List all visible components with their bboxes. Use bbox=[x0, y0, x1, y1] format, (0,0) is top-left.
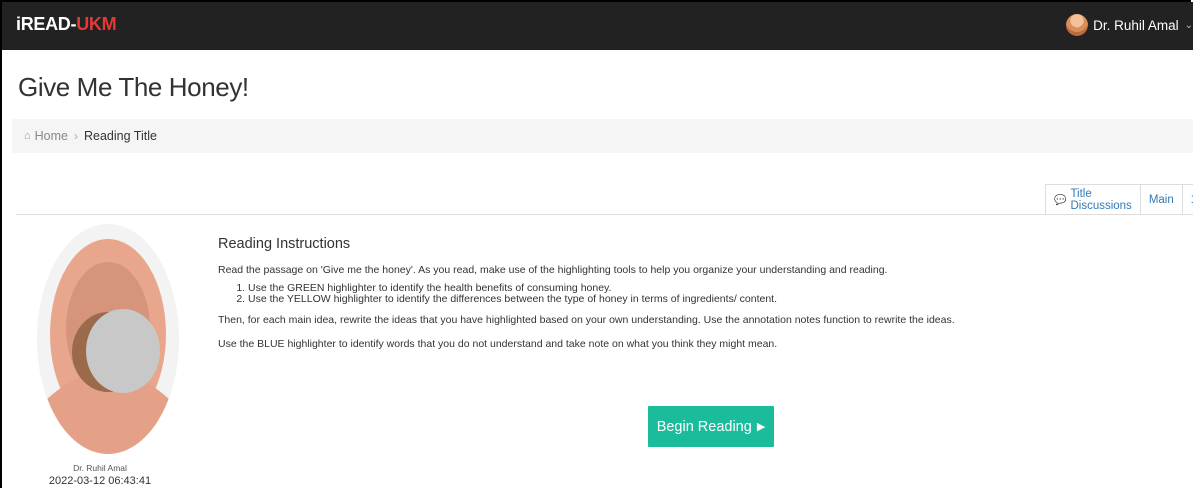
brand-suffix: UKM bbox=[76, 14, 117, 34]
instructions-paragraph: Use the BLUE highlighter to identify wor… bbox=[218, 338, 778, 350]
user-name: Dr. Ruhil Amal bbox=[1093, 17, 1179, 33]
begin-reading-label: Begin Reading bbox=[656, 418, 752, 435]
breadcrumb: ⌂ Home › Reading Title bbox=[12, 119, 1193, 153]
begin-reading-button[interactable]: Begin Reading ▶ bbox=[648, 406, 774, 447]
top-navbar: iREAD-UKM Dr. Ruhil Amal ⌄ bbox=[2, 2, 1193, 50]
page-title: Give Me The Honey! bbox=[18, 72, 249, 102]
author-name: Dr. Ruhil Amal bbox=[73, 463, 127, 473]
instructions-title: Reading Instructions bbox=[218, 236, 351, 252]
reading-instructions: Reading Instructions Read the passage on… bbox=[218, 236, 1178, 351]
tab-title-discussions[interactable]: 💬 Title Discussions bbox=[1046, 185, 1141, 215]
user-avatar bbox=[1066, 14, 1089, 36]
comments-icon: 💬 bbox=[1054, 194, 1067, 206]
author-avatar bbox=[37, 224, 179, 454]
tab-label: Main bbox=[1148, 194, 1174, 206]
user-menu[interactable]: Dr. Ruhil Amal ⌄ bbox=[1066, 14, 1193, 36]
face-placeholder bbox=[86, 309, 160, 393]
breadcrumb-home-link[interactable]: Home bbox=[35, 129, 68, 143]
instructions-list: Use the GREEN highlighter to identify th… bbox=[218, 283, 1178, 305]
author-timestamp: 2022-03-12 06:43:41 bbox=[48, 475, 152, 487]
tab-main[interactable]: Main bbox=[1140, 185, 1183, 215]
reading-tabs: 💬 Title Discussions Main 1 bbox=[1045, 184, 1193, 215]
instructions-intro: Read the passage on 'Give me the honey'.… bbox=[218, 264, 888, 276]
breadcrumb-separator-icon: › bbox=[74, 129, 78, 143]
brand-name: iREAD- bbox=[16, 14, 77, 34]
play-icon: ▶ bbox=[756, 421, 766, 433]
breadcrumb-current: Reading Title bbox=[84, 129, 157, 143]
chevron-down-icon: ⌄ bbox=[1184, 19, 1193, 31]
list-item: Use the YELLOW highlighter to identify t… bbox=[248, 294, 1178, 305]
tab-label: Title Discussions bbox=[1070, 188, 1132, 212]
home-icon: ⌂ bbox=[24, 130, 31, 142]
app-logo[interactable]: iREAD-UKM bbox=[16, 14, 117, 35]
instructions-paragraph: Then, for each main idea, rewrite the id… bbox=[218, 314, 955, 326]
tab-1[interactable]: 1 bbox=[1182, 185, 1193, 215]
divider bbox=[16, 214, 1193, 215]
